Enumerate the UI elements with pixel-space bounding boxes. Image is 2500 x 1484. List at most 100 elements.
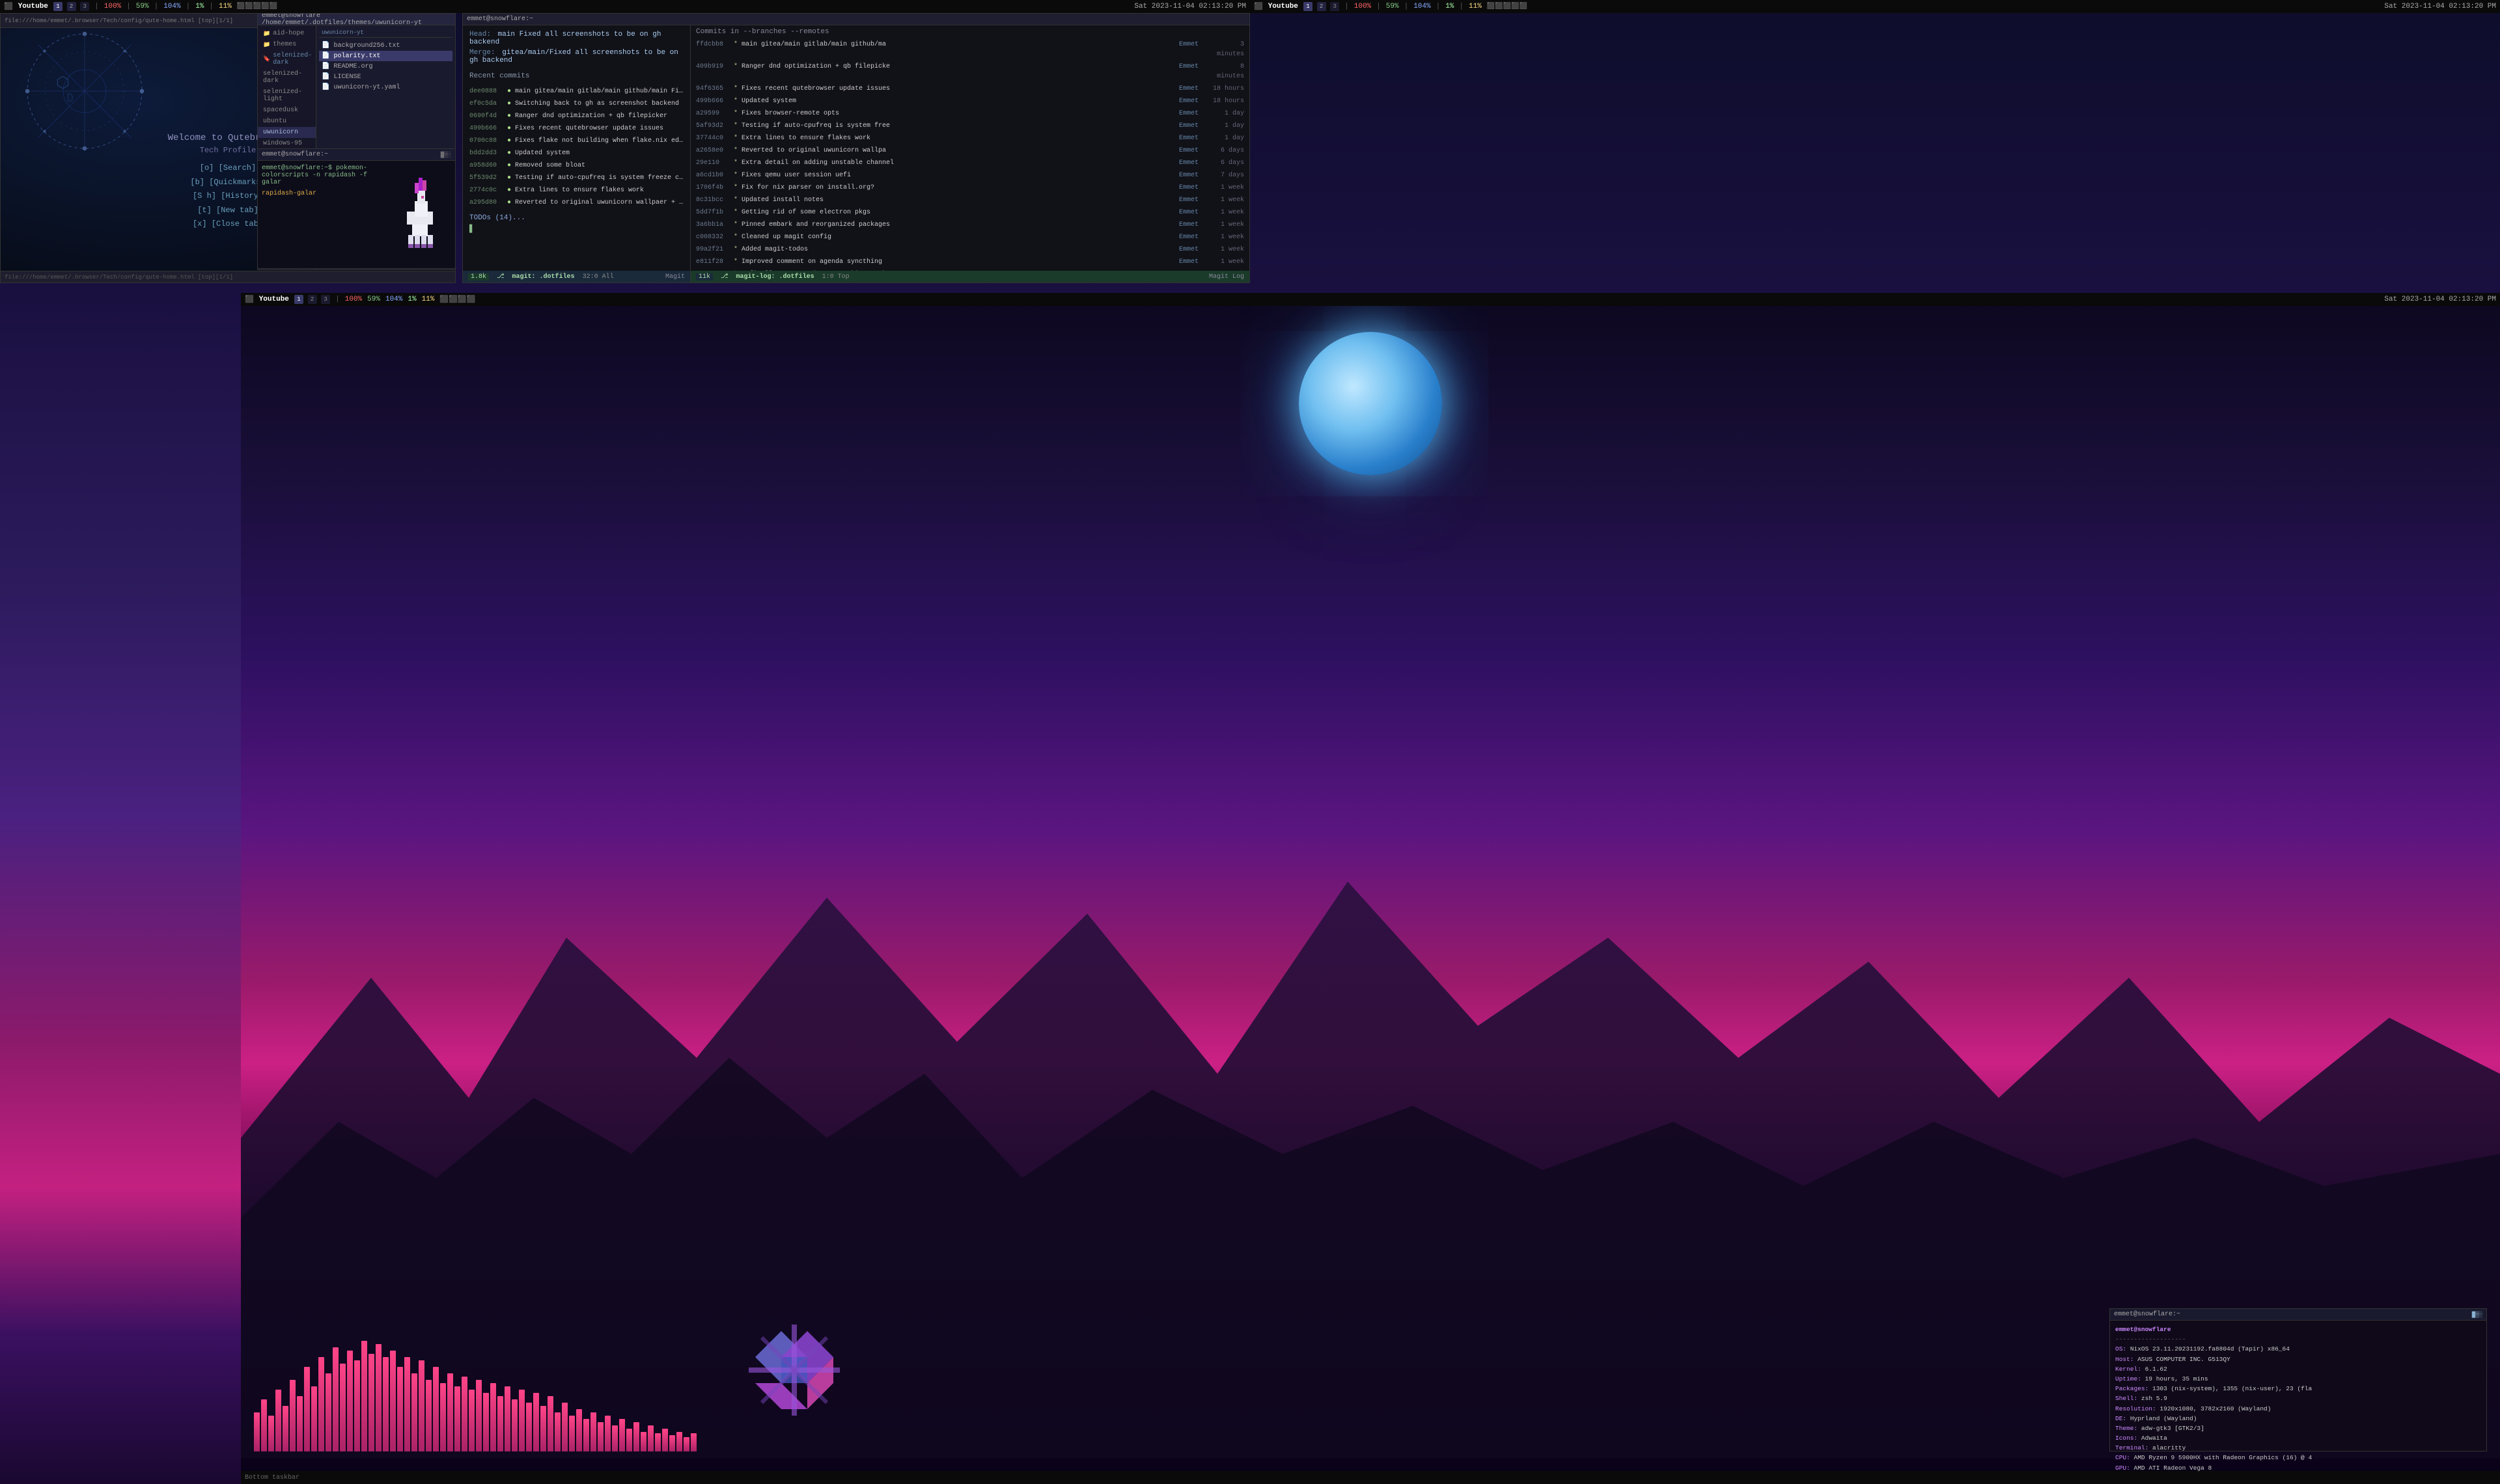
bottom-ws-2[interactable]: 2	[308, 295, 317, 304]
neofetch-content: emmet@snowflare ------------------- OS: …	[2110, 1321, 2486, 1451]
folder-icon: 📁	[263, 31, 270, 37]
git-commit-5: 0700c88 ● Fixes flake not building when …	[469, 135, 684, 147]
nf-theme: Theme: adw-gtk3 [GTK2/3]	[2115, 1423, 2312, 1433]
git-commit-3: 0690f4d ● Ranger dnd optimization + qb f…	[469, 110, 684, 122]
nf-icons: Icons: Adwaita	[2115, 1433, 2312, 1443]
viz-bar-53	[626, 1429, 632, 1451]
file-icon-3: 📄	[322, 62, 329, 70]
bottom-separator: |	[335, 295, 340, 303]
viz-bar-26	[433, 1367, 439, 1451]
log-hash-1: 409b919	[696, 62, 730, 81]
log-hash-6: 37744c0	[696, 133, 730, 143]
log-time-16: 1 week	[1212, 257, 1244, 267]
fm-file-bg256[interactable]: 📄 background256.txt	[319, 40, 452, 51]
nf-os: OS: NixOS 23.11.20231192.fa8804d (Tapir)…	[2115, 1344, 2312, 1354]
fm-title-text: emmet@snowflare /home/emmet/.dotfiles/th…	[262, 13, 451, 27]
log-dot-2: *	[734, 84, 738, 94]
topbar-separator3: |	[154, 3, 159, 10]
viz-bar-3	[268, 1416, 274, 1451]
bottom-ws-1[interactable]: 1	[294, 295, 303, 304]
log-dot-0: *	[734, 40, 738, 59]
log-dot-12: *	[734, 208, 738, 217]
topbar-ws: 1 2 3	[53, 2, 89, 11]
pokemon-name: rapidash-galar	[262, 190, 381, 197]
git-head: Head: main Fixed all screenshots to be o…	[469, 31, 684, 46]
desktop-bottom: emmet@snowflare:~ ▓▒░ emmet@snowflare --…	[241, 306, 2500, 1471]
log-dot-3: *	[734, 96, 738, 106]
viz-bar-12	[333, 1347, 339, 1451]
pt-color-indicator: ▓▒░	[441, 152, 451, 158]
nf-terminal: Terminal: alacritty	[2115, 1443, 2312, 1453]
git-log-entry-12: 5dd7f1b * Getting rid of some electron p…	[696, 206, 1244, 219]
fm-sidebar-uwunicorn[interactable]: uwunicorn	[258, 127, 316, 138]
log-author-1: Emmet	[1179, 62, 1208, 81]
fm-sidebar-spacedusk[interactable]: spacedusk	[258, 105, 316, 116]
fm-sidebar-themes[interactable]: 📁 themes	[258, 39, 316, 50]
log-dot-11: *	[734, 195, 738, 205]
topbar-separator4: |	[186, 3, 191, 10]
ws-1[interactable]: 1	[53, 2, 62, 11]
sb-branch-indicator: 1.8k	[468, 273, 489, 281]
git-commit-6: bdd2dd3 ● Updated system	[469, 147, 684, 159]
log-author-0: Emmet	[1179, 40, 1208, 59]
bottom-title: Youtube	[259, 295, 289, 303]
neofetch-info: emmet@snowflare ------------------- OS: …	[2115, 1325, 2312, 1447]
git-log-entry-9: a6cd1b0 * Fixes qemu user session uefi E…	[696, 169, 1244, 182]
nf-color-indicator: ▓▒░	[2472, 1312, 2482, 1318]
folder-icon-2: 📁	[263, 42, 270, 48]
viz-bar-62	[691, 1433, 697, 1451]
viz-bar-44	[562, 1403, 568, 1451]
git-log-entry-16: e811f28 * Improved comment on agenda syn…	[696, 256, 1244, 268]
viz-bar-31	[469, 1390, 475, 1451]
fm-sidebar-ubuntu[interactable]: ubuntu	[258, 116, 316, 127]
ws-r-3[interactable]: 3	[1330, 2, 1339, 11]
bottom-ws-3[interactable]: 3	[321, 295, 330, 304]
git-commit-8: 5f539d2 ● Testing if auto-cpufreq is sys…	[469, 172, 684, 184]
ws-r-2[interactable]: 2	[1317, 2, 1326, 11]
moon-bottom	[1299, 332, 1442, 475]
log-author-5: Emmet	[1179, 121, 1208, 131]
git-log-entry-6: 37744c0 * Extra lines to ensure flakes w…	[696, 132, 1244, 144]
viz-bar-19	[383, 1357, 389, 1451]
topbar-r-ws: 1 2 3	[1303, 2, 1339, 11]
viz-bar-29	[454, 1386, 460, 1451]
fm-file-yaml[interactable]: 📄 uwunicorn-yt.yaml	[319, 82, 452, 92]
sb-branch-name: magit: .dotfiles	[512, 273, 575, 281]
magit-log-panel: Commits in --branches --remotes ffdcbb8 …	[691, 25, 1249, 271]
viz-bar-49	[598, 1422, 604, 1451]
sb-branch-icon: ⎇	[497, 273, 505, 281]
log-author-11: Emmet	[1179, 195, 1208, 205]
fm-file-polarity[interactable]: 📄 polarity.txt	[319, 51, 452, 61]
log-time-14: 1 week	[1212, 232, 1244, 242]
fm-sidebar-aid-hope[interactable]: 📁 aid-hope	[258, 28, 316, 39]
magit-window: emmet@snowflare:~ Head: main Fixed all s…	[462, 13, 1250, 283]
log-dot-10: *	[734, 183, 738, 193]
git-log-entry-14: c008332 * Cleaned up magit config Emmet …	[696, 231, 1244, 243]
fm-file-readme[interactable]: 📄 README.org	[319, 61, 452, 72]
log-msg-12: Getting rid of some electron pkgs	[742, 208, 1175, 217]
svg-text:⬡: ⬡	[56, 74, 70, 92]
fm-sidebar-sel-dark1[interactable]: 🔖 selenized-dark	[258, 50, 316, 68]
viz-bar-54	[633, 1422, 639, 1451]
viz-bar-28	[447, 1373, 453, 1451]
viz-bar-56	[648, 1425, 654, 1451]
fm-sidebar-windows95[interactable]: windows-95	[258, 138, 316, 149]
pt-title-text: emmet@snowflare:~	[262, 151, 328, 158]
ws-r-1[interactable]: 1	[1303, 2, 1312, 11]
ws-2[interactable]: 2	[67, 2, 76, 11]
git-log-entry-10: 1706f4b * Fix for nix parser on install.…	[696, 182, 1244, 194]
fm-file-license[interactable]: 📄 LICENSE	[319, 72, 452, 82]
log-author-13: Emmet	[1179, 220, 1208, 230]
sb-r-position: 1:0 Top	[822, 273, 850, 281]
log-hash-13: 3a6bb1a	[696, 220, 730, 230]
fm-sidebar-sel-light[interactable]: selenized-light	[258, 87, 316, 105]
topbar-r-app-icon: ⬛	[1254, 2, 1263, 11]
recent-commits-title: Recent commits	[469, 72, 684, 80]
viz-bar-43	[555, 1412, 561, 1451]
topbar-net: 1%	[195, 3, 204, 10]
log-msg-5: Testing if auto-cpufreq is system free	[742, 121, 1175, 131]
fm-sidebar-sel-dark2[interactable]: selenized-dark	[258, 68, 316, 87]
ws-3[interactable]: 3	[80, 2, 89, 11]
log-dot-1: *	[734, 62, 738, 81]
log-dot-9: *	[734, 171, 738, 180]
